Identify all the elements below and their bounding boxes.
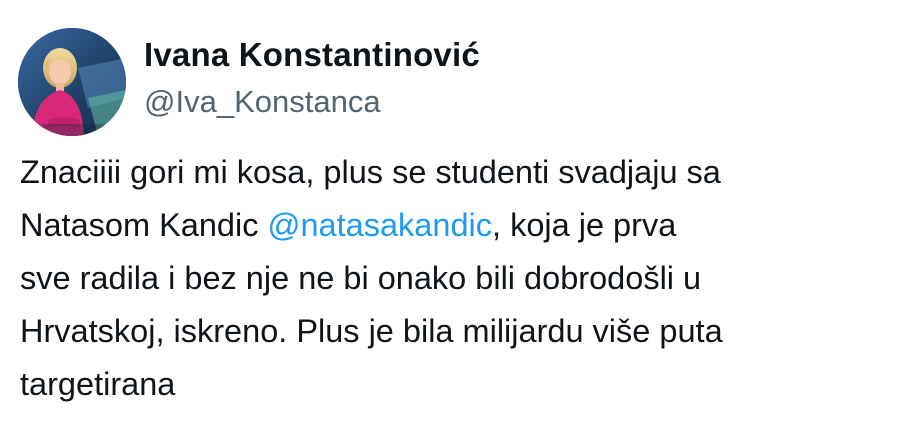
- author-handle[interactable]: @Iva_Konstanca: [144, 84, 381, 120]
- avatar[interactable]: [18, 28, 126, 136]
- text-segment: , koja je prva: [492, 207, 677, 243]
- avatar-photo-icon: [18, 28, 126, 136]
- tweet-text-line: Natasom Kandic @natasakandic, koja je pr…: [20, 199, 890, 252]
- tweet-text-line: Znaciiii gori mi kosa, plus se studenti …: [20, 146, 890, 199]
- mention-link[interactable]: @natasakandic: [267, 207, 492, 243]
- tweet-text-line: Hrvatskoj, iskreno. Plus je bila milijar…: [20, 305, 890, 358]
- tweet-text-line: targetirana: [20, 358, 890, 411]
- text-segment: Natasom Kandic: [20, 207, 268, 243]
- text-segment: sve radila i bez nje ne bi onako bili do…: [20, 260, 702, 296]
- tweet-card: Ivana Konstantinović @Iva_Konstanca Znac…: [0, 0, 900, 440]
- text-segment: targetirana: [20, 366, 176, 402]
- tweet-text-line: sve radila i bez nje ne bi onako bili do…: [20, 252, 890, 305]
- tweet-text: Znaciiii gori mi kosa, plus se studenti …: [20, 146, 890, 411]
- text-segment: Hrvatskoj, iskreno. Plus je bila milijar…: [20, 313, 723, 349]
- author-display-name[interactable]: Ivana Konstantinović: [144, 36, 480, 74]
- text-segment: Znaciiii gori mi kosa, plus se studenti …: [20, 154, 721, 190]
